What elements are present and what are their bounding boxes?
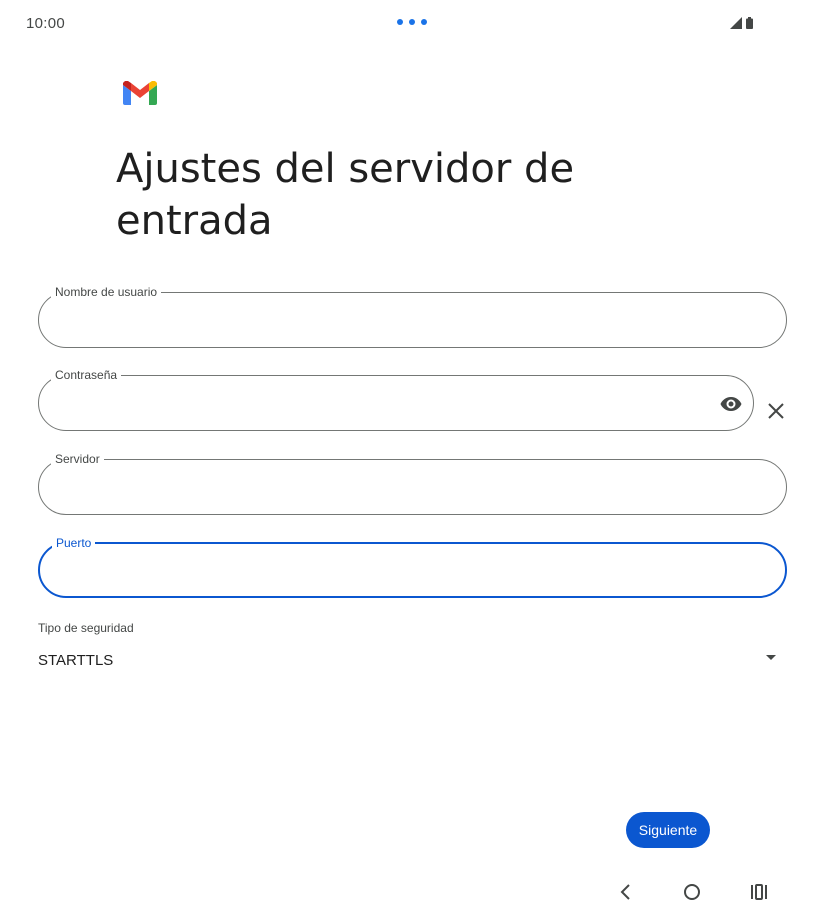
close-icon[interactable] <box>764 399 788 423</box>
battery-icon <box>746 17 753 29</box>
eye-icon[interactable] <box>719 392 743 416</box>
signal-icon <box>730 17 742 29</box>
caret-down-icon <box>766 655 776 660</box>
gmail-logo-icon <box>123 81 157 105</box>
username-label: Nombre de usuario <box>51 284 162 300</box>
password-label: Contraseña <box>51 367 122 383</box>
status-icons <box>730 17 753 29</box>
port-label: Puerto <box>52 535 96 551</box>
back-chevron-icon[interactable] <box>614 880 638 904</box>
screen: 10:00 Ajustes del servidor de entrada No… <box>0 0 826 919</box>
home-circle-icon[interactable] <box>680 880 704 904</box>
recents-icon[interactable] <box>747 880 771 904</box>
security-type-value: STARTTLS <box>38 652 114 669</box>
password-input[interactable] <box>55 390 697 416</box>
username-field[interactable]: Nombre de usuario <box>38 284 787 348</box>
security-type-dropdown[interactable]: STARTTLS <box>38 646 786 676</box>
page-title: Ajustes del servidor de entrada <box>116 146 575 244</box>
status-dots-indicator <box>397 19 427 25</box>
security-type-label: Tipo de seguridad <box>38 621 134 635</box>
status-time: 10:00 <box>26 15 66 32</box>
server-input[interactable] <box>55 474 730 500</box>
server-field[interactable]: Servidor <box>38 451 787 515</box>
port-field[interactable]: Puerto <box>38 535 787 598</box>
next-button[interactable]: Siguiente <box>626 812 710 848</box>
username-input[interactable] <box>55 307 730 333</box>
server-label: Servidor <box>51 451 104 467</box>
port-input[interactable] <box>56 558 729 584</box>
password-field[interactable]: Contraseña <box>38 367 754 431</box>
